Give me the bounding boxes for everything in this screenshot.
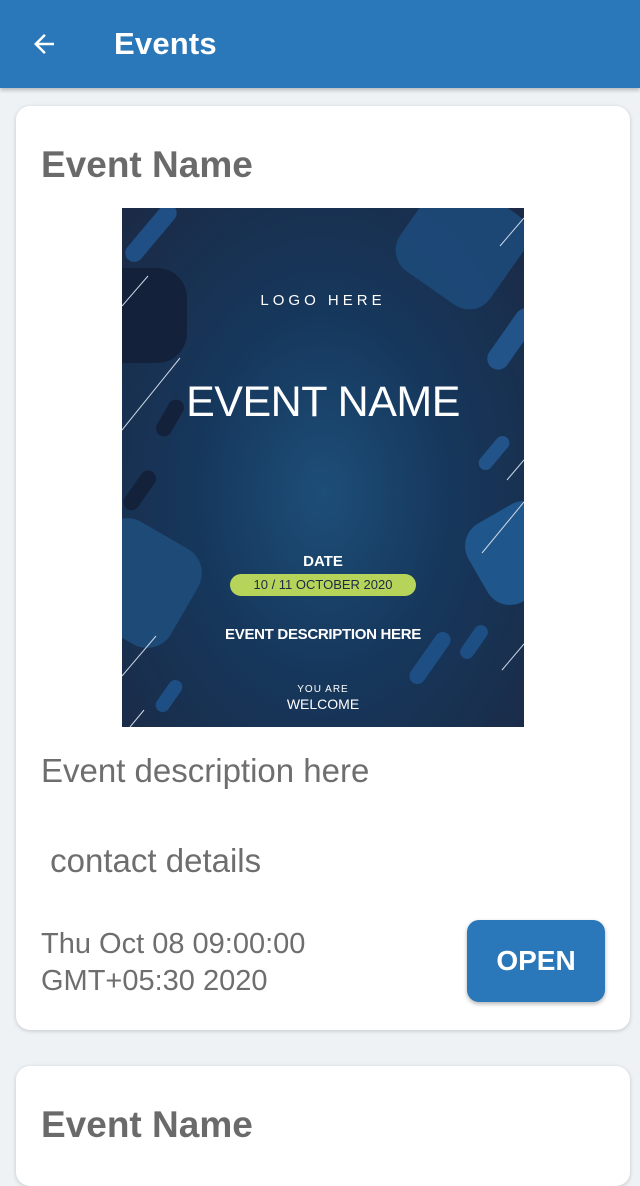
poster-date-pill: 10 / 11 OCTOBER 2020	[230, 574, 416, 596]
poster-you-are: YOU ARE	[297, 684, 349, 695]
event-card: Event Name	[16, 1066, 630, 1186]
event-title: Event Name	[41, 1104, 253, 1145]
event-description: Event description here	[41, 752, 370, 789]
open-button[interactable]: OPEN	[467, 920, 605, 1002]
poster-date-label: DATE	[303, 553, 343, 570]
back-button[interactable]	[22, 22, 66, 66]
page-title: Events	[114, 26, 217, 61]
event-contact: contact details	[41, 842, 262, 879]
arrow-left-icon	[34, 34, 54, 54]
poster-decoration	[122, 208, 524, 727]
poster-logo-text: LOGO HERE	[260, 292, 386, 309]
event-title: Event Name	[41, 144, 253, 185]
event-poster-image: LOGO HERE EVENT NAME DATE 10 / 11 OCTOBE…	[122, 208, 524, 727]
event-card: Event Name LOGO HERE EVENT NAME DATE 10 …	[16, 106, 630, 1030]
poster-description: EVENT DESCRIPTION HERE	[225, 626, 421, 643]
poster-event-name: EVENT NAME	[186, 378, 460, 426]
poster-welcome: WELCOME	[286, 696, 360, 712]
event-datetime: Thu Oct 08 09:00:00 GMT+05:30 2020	[41, 928, 306, 997]
app-bar: Events	[0, 0, 640, 88]
